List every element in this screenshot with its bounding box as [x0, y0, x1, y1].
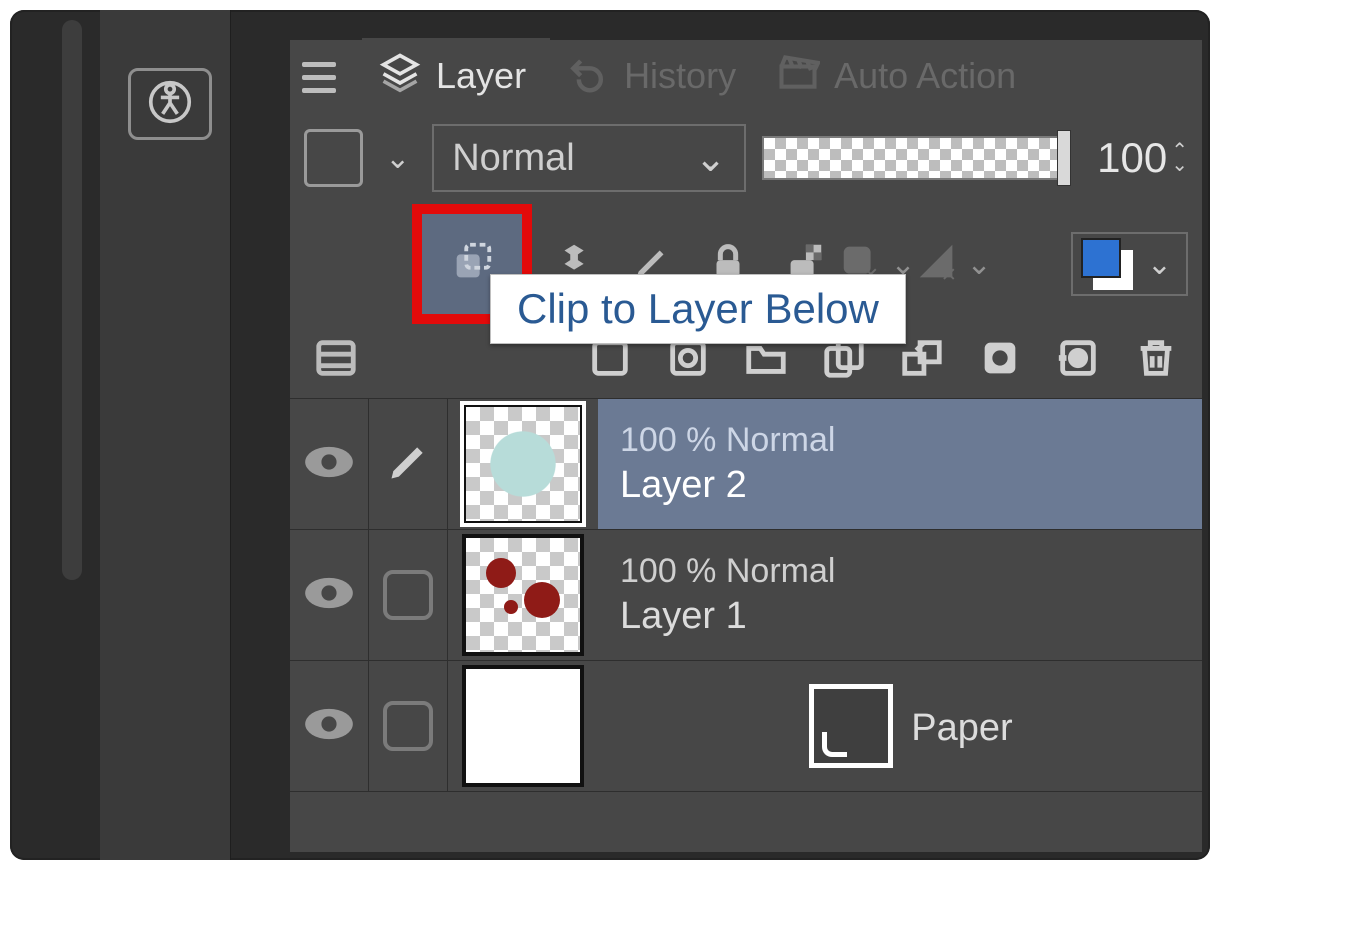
- layers-stack-icon: [378, 50, 422, 103]
- tab-auto-action-label: Auto Action: [834, 55, 1016, 97]
- layer-thumbnail[interactable]: [448, 403, 598, 525]
- blend-mode-value: Normal: [452, 137, 574, 180]
- svg-text:✕: ✕: [941, 265, 957, 285]
- opacity-value-stepper[interactable]: 100 ⌃⌄: [1097, 134, 1188, 182]
- layer-thumbnail[interactable]: [448, 534, 598, 656]
- pose-tool-button[interactable]: [128, 68, 212, 140]
- panel-tab-bar: Layer History Auto Action: [290, 40, 1202, 114]
- empty-edit-box: [383, 701, 433, 751]
- layer-panel-frame: Layer History Auto Action: [10, 10, 1210, 860]
- clip-mask-icon: [449, 239, 495, 290]
- layer-opacity-text: 100 % Normal: [620, 552, 1202, 591]
- layer-row[interactable]: 100 % Normal Layer 1: [290, 530, 1202, 661]
- transfer-icon: [899, 335, 945, 386]
- layer-name-area[interactable]: 100 % Normal Layer 1: [598, 530, 1202, 660]
- layer-color-dropdown[interactable]: ⌄: [1071, 232, 1188, 296]
- chevron-down-icon: ⌄: [695, 136, 727, 181]
- layer-thumbnail[interactable]: [448, 665, 598, 787]
- tooltip: Clip to Layer Below: [490, 274, 906, 344]
- layer-opacity-text: 100 % Normal: [620, 421, 1202, 460]
- panel-view-button[interactable]: [304, 328, 368, 392]
- layer-list: 100 % Normal Layer 2: [290, 398, 1202, 792]
- layer-name-area[interactable]: 100 % Normal Layer 2: [598, 399, 1202, 529]
- visibility-toggle[interactable]: [290, 399, 369, 529]
- tab-layer[interactable]: Layer: [362, 38, 550, 116]
- layer-row[interactable]: 100 % Normal Layer 2: [290, 399, 1202, 530]
- trash-icon: [1133, 335, 1179, 386]
- ruler-triangle-icon: ✕: [914, 239, 960, 290]
- paper-layer-icon: [809, 684, 893, 768]
- layer-panel: Layer History Auto Action: [290, 40, 1202, 852]
- delete-layer-button[interactable]: [1124, 328, 1188, 392]
- side-dock: [100, 10, 231, 860]
- scroll-edge: [62, 20, 82, 580]
- eye-icon: [303, 706, 355, 747]
- tab-history-label: History: [624, 55, 736, 97]
- blend-row: ⌄ Normal ⌄ 100 ⌃⌄: [290, 114, 1202, 196]
- tab-auto-action[interactable]: Auto Action: [760, 38, 1040, 116]
- eye-icon: [303, 575, 355, 616]
- tab-layer-label: Layer: [436, 55, 526, 97]
- layer-action-toolbar: ✕ ⌄ ✕ ⌄ ⌄ Clip to Layer Below: [290, 196, 1202, 324]
- tab-history[interactable]: History: [550, 38, 760, 116]
- visibility-toggle[interactable]: [290, 661, 369, 791]
- list-view-icon: [313, 335, 359, 386]
- layer-row[interactable]: Paper: [290, 661, 1202, 792]
- ruler-enable-dropdown[interactable]: ✕ ⌄: [924, 232, 988, 296]
- opacity-value-text: 100: [1097, 134, 1167, 182]
- undo-history-icon: [566, 50, 610, 103]
- pose-figure-icon: [148, 80, 192, 129]
- clapper-icon: [776, 50, 820, 103]
- edit-indicator[interactable]: [369, 399, 448, 529]
- mask-create-icon: [1055, 335, 1101, 386]
- eye-icon: [303, 444, 355, 485]
- layer-name: Layer 2: [620, 464, 1202, 507]
- palette-color-button[interactable]: [304, 129, 363, 187]
- opacity-slider[interactable]: [762, 136, 1067, 180]
- palette-color-chevron-icon[interactable]: ⌄: [379, 141, 416, 176]
- front-swatch: [1081, 238, 1121, 278]
- layer-name-area[interactable]: Paper: [598, 661, 1202, 791]
- edit-indicator[interactable]: [369, 661, 448, 791]
- chevron-down-icon: ⌄: [960, 247, 997, 282]
- create-mask-button[interactable]: [1046, 328, 1110, 392]
- edit-indicator[interactable]: [369, 530, 448, 660]
- panel-menu-button[interactable]: [296, 52, 352, 102]
- stepper-arrows-icon: ⌃⌄: [1171, 144, 1188, 172]
- visibility-toggle[interactable]: [290, 530, 369, 660]
- merge-down-icon: [977, 335, 1023, 386]
- layer-name: Paper: [911, 707, 1012, 750]
- empty-edit-box: [383, 570, 433, 620]
- blend-mode-select[interactable]: Normal ⌄: [432, 124, 746, 192]
- merge-layer-button[interactable]: [968, 328, 1032, 392]
- chevron-down-icon: ⌄: [1141, 247, 1178, 282]
- pencil-icon: [386, 440, 430, 489]
- layer-name: Layer 1: [620, 595, 1202, 638]
